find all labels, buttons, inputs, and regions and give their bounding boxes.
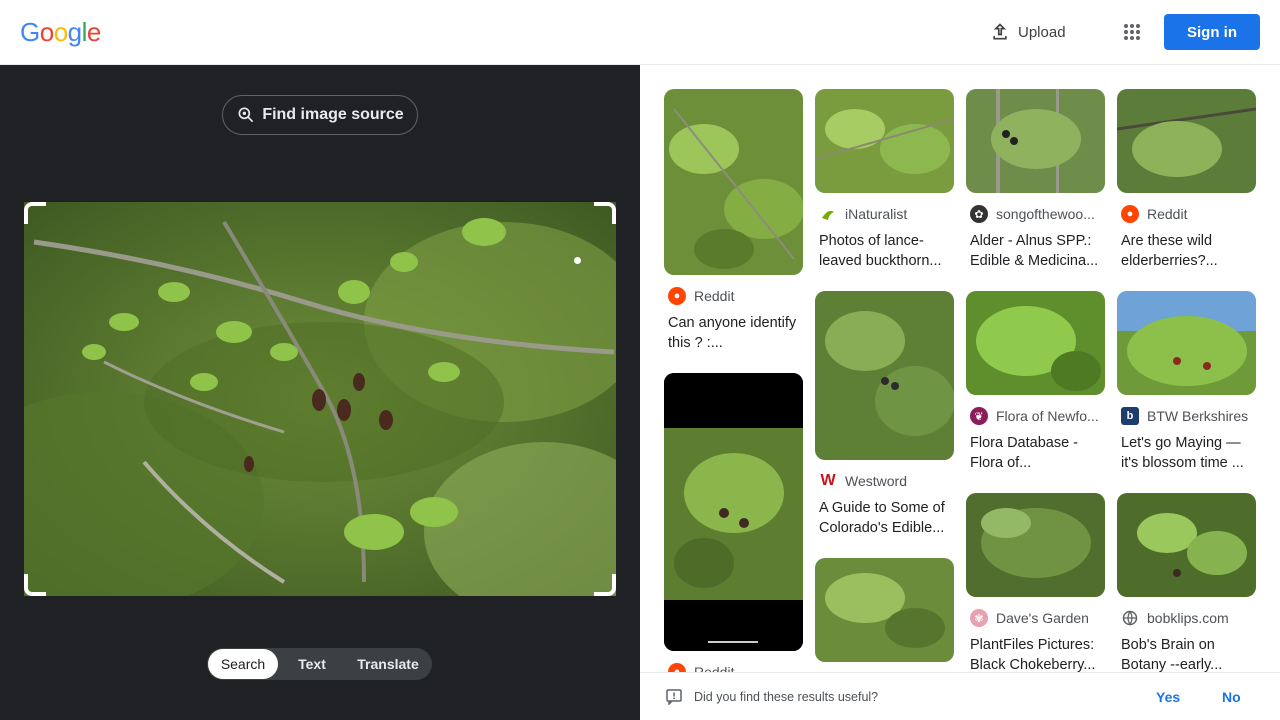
result-card[interactable]: ✿ songofthewoo... Alder - Alnus SPP.: Ed… <box>966 89 1105 271</box>
result-title[interactable]: Are these wild elderberries?... <box>1117 231 1256 271</box>
sign-in-button[interactable]: Sign in <box>1164 14 1260 50</box>
cursor-dot <box>574 257 581 264</box>
globe-icon <box>1121 609 1139 627</box>
result-source: iNaturalist <box>815 205 954 223</box>
feedback-bar: Did you find these results useful? Yes N… <box>640 672 1280 720</box>
result-thumbnail[interactable] <box>1117 493 1256 597</box>
apps-grid-icon[interactable] <box>1118 18 1146 46</box>
feedback-question: Did you find these results useful? <box>694 689 879 704</box>
tab-text[interactable]: Text <box>278 649 346 679</box>
google-logo[interactable]: Google <box>20 16 101 48</box>
result-thumbnail[interactable] <box>1117 89 1256 193</box>
result-title[interactable]: Flora Database - Flora of... <box>966 433 1105 473</box>
result-title[interactable]: Bob's Brain on Botany --early... <box>1117 635 1256 672</box>
result-source: ● Reddit <box>664 663 803 672</box>
westword-icon: W <box>819 472 837 490</box>
result-thumbnail[interactable] <box>966 89 1105 193</box>
result-source: b BTW Berkshires <box>1117 407 1256 425</box>
result-source: ✿ songofthewoo... <box>966 205 1105 223</box>
result-title[interactable]: Photos of lance-leaved buckthorn... <box>815 231 954 271</box>
crop-handle-bottom-right[interactable] <box>594 574 616 596</box>
result-source: W Westword <box>819 472 907 490</box>
result-title[interactable]: Alder - Alnus SPP.: Edible & Medicina... <box>966 231 1105 271</box>
result-title[interactable]: Can anyone identify this ? :... <box>664 313 803 353</box>
crop-handle-top-left[interactable] <box>24 202 46 224</box>
upload-button[interactable]: Upload <box>990 18 1066 46</box>
result-title[interactable]: PlantFiles Pictures: Black Chokeberry... <box>966 635 1105 672</box>
feedback-yes-button[interactable]: Yes <box>1156 689 1180 705</box>
find-image-source-label: Find image source <box>262 106 404 123</box>
songofthewoods-icon: ✿ <box>970 205 988 223</box>
top-bar: Google Upload Sign in <box>0 0 1280 65</box>
feedback-icon <box>666 689 682 705</box>
crop-selection[interactable] <box>24 202 616 596</box>
result-title[interactable]: A Guide to Some of Colorado's Edible... <box>815 498 954 538</box>
result-card[interactable]: ● Reddit Are these wild elderberries?... <box>1117 89 1256 271</box>
result-source: ❦ Flora of Newfo... <box>966 407 1105 425</box>
feedback-no-button[interactable]: No <box>1222 689 1241 705</box>
result-card[interactable]: bobklips.com Bob's Brain on Botany --ear… <box>1117 493 1256 672</box>
mode-switcher: Search Text Translate <box>207 648 432 680</box>
result-title[interactable]: Let's go Maying — it's blossom time ... <box>1117 433 1256 473</box>
reddit-icon: ● <box>668 287 686 305</box>
result-source: ● Reddit <box>664 287 803 305</box>
upload-icon <box>993 23 1007 40</box>
uploaded-photo <box>24 202 616 596</box>
crop-handle-bottom-left[interactable] <box>24 574 46 596</box>
result-card[interactable]: ● Reddit <box>664 373 803 672</box>
result-thumbnail[interactable] <box>815 89 954 193</box>
flora-icon: ❦ <box>970 407 988 425</box>
result-source: bobklips.com <box>1117 609 1256 627</box>
crop-handle-top-right[interactable] <box>594 202 616 224</box>
result-card[interactable] <box>815 558 954 662</box>
tab-translate[interactable]: Translate <box>346 649 430 679</box>
davesgarden-icon: ✾ <box>970 609 988 627</box>
result-card[interactable]: ❦ Flora of Newfo... Flora Database - Flo… <box>966 291 1105 473</box>
result-thumbnail[interactable] <box>664 373 803 651</box>
lens-search-icon <box>238 107 254 123</box>
result-card[interactable]: ✾ Dave's Garden PlantFiles Pictures: Bla… <box>966 493 1105 672</box>
tab-search[interactable]: Search <box>208 649 278 679</box>
result-thumbnail[interactable] <box>966 291 1105 395</box>
result-thumbnail[interactable] <box>815 291 954 460</box>
result-thumbnail[interactable] <box>1117 291 1256 395</box>
upload-label: Upload <box>1018 23 1066 41</box>
result-thumbnail[interactable] <box>966 493 1105 597</box>
result-source: ● Reddit <box>1117 205 1256 223</box>
find-image-source-button[interactable]: Find image source <box>222 95 418 135</box>
btw-icon: b <box>1121 407 1139 425</box>
result-thumbnail[interactable] <box>815 558 954 662</box>
visual-matches-grid: ● Reddit Can anyone identify this ? :...… <box>640 65 1280 672</box>
reddit-icon: ● <box>668 663 686 672</box>
result-card[interactable]: iNaturalist Photos of lance-leaved buckt… <box>815 89 954 271</box>
inaturalist-icon <box>819 205 837 223</box>
result-card[interactable]: ● Reddit Can anyone identify this ? :... <box>664 89 803 353</box>
result-card[interactable]: b BTW Berkshires Let's go Maying — it's … <box>1117 291 1256 473</box>
result-source: ✾ Dave's Garden <box>966 609 1105 627</box>
result-thumbnail[interactable] <box>664 89 803 275</box>
result-card[interactable]: W Westword A Guide to Some of Colorado's… <box>815 291 954 538</box>
reddit-icon: ● <box>1121 205 1139 223</box>
image-preview-pane: Find image source Search Text Translate <box>0 65 640 720</box>
